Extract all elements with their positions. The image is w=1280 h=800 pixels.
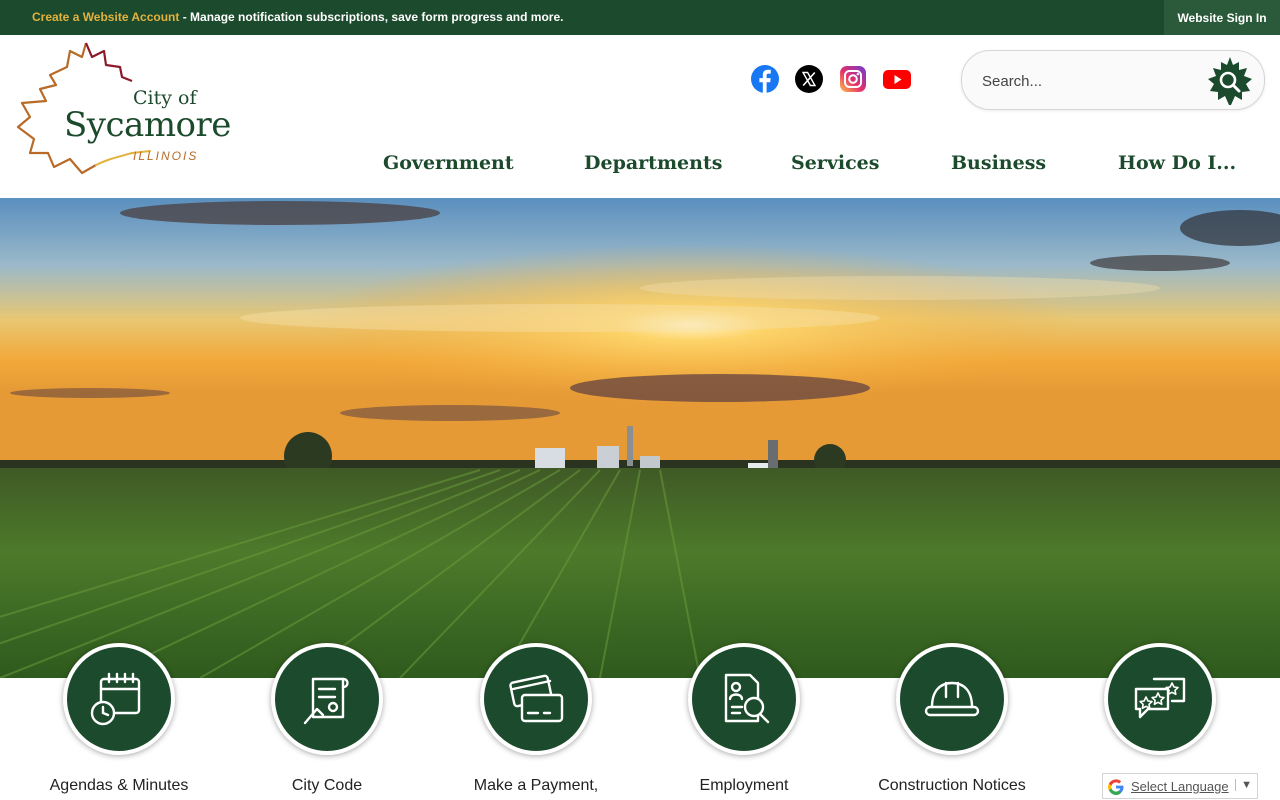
quick-link-city-code[interactable]: City Code xyxy=(223,643,431,800)
credit-card-icon xyxy=(480,643,592,755)
instagram-icon[interactable] xyxy=(839,65,867,93)
chevron-down-icon: ▼ xyxy=(1235,779,1252,791)
calendar-clock-icon xyxy=(63,643,175,755)
resume-search-icon xyxy=(688,643,800,755)
select-language-label[interactable]: Select Language xyxy=(1131,779,1229,794)
quick-link-make-payment[interactable]: Make a Payment, xyxy=(432,643,640,800)
quick-link-agendas[interactable]: Agendas & Minutes xyxy=(15,643,223,800)
select-language-dropdown[interactable]: Select Language ▼ xyxy=(1102,773,1258,799)
site-header: City of Sycamore ILLINOIS Search... Gove… xyxy=(0,35,1280,198)
review-stars-icon xyxy=(1104,643,1216,755)
quick-link-label: Employment xyxy=(699,777,789,794)
x-icon[interactable] xyxy=(795,65,823,93)
account-message-text: - Manage notification subscriptions, sav… xyxy=(179,10,564,24)
account-message: Create a Website Account - Manage notifi… xyxy=(32,10,563,24)
nav-services[interactable]: Services xyxy=(791,152,879,174)
document-scroll-icon xyxy=(271,643,383,755)
google-icon xyxy=(1108,779,1124,795)
quick-link-employment[interactable]: Employment xyxy=(640,643,848,800)
create-account-link[interactable]: Create a Website Account xyxy=(32,10,179,24)
hard-hat-icon xyxy=(896,643,1008,755)
nav-government[interactable]: Government xyxy=(383,152,514,174)
quick-link-label: Construction Notices xyxy=(878,777,1026,794)
quick-link-label: City Code xyxy=(291,777,363,794)
youtube-icon[interactable] xyxy=(883,65,911,93)
farm-sunset-photo xyxy=(0,198,1280,678)
nav-business[interactable]: Business xyxy=(951,152,1046,174)
search-input[interactable] xyxy=(980,67,1184,95)
search-bar xyxy=(961,50,1265,110)
top-bar: Create a Website Account - Manage notifi… xyxy=(0,0,1280,35)
nav-how-do-i[interactable]: How Do I... xyxy=(1118,152,1236,174)
quick-link-construction-notices[interactable]: Construction Notices xyxy=(848,643,1056,800)
quick-link-label: Make a Payment, xyxy=(473,777,599,794)
hero-image xyxy=(0,198,1280,678)
quick-link-label: Agendas & Minutes xyxy=(49,777,189,794)
website-sign-in-button[interactable]: Website Sign In xyxy=(1164,0,1280,35)
search-button[interactable] xyxy=(1202,55,1258,107)
logo-name: Sycamore xyxy=(64,105,231,145)
city-logo[interactable]: City of Sycamore ILLINOIS xyxy=(12,41,262,181)
nav-departments[interactable]: Departments xyxy=(584,152,722,174)
logo-state: ILLINOIS xyxy=(133,149,199,163)
facebook-icon[interactable] xyxy=(751,65,779,93)
